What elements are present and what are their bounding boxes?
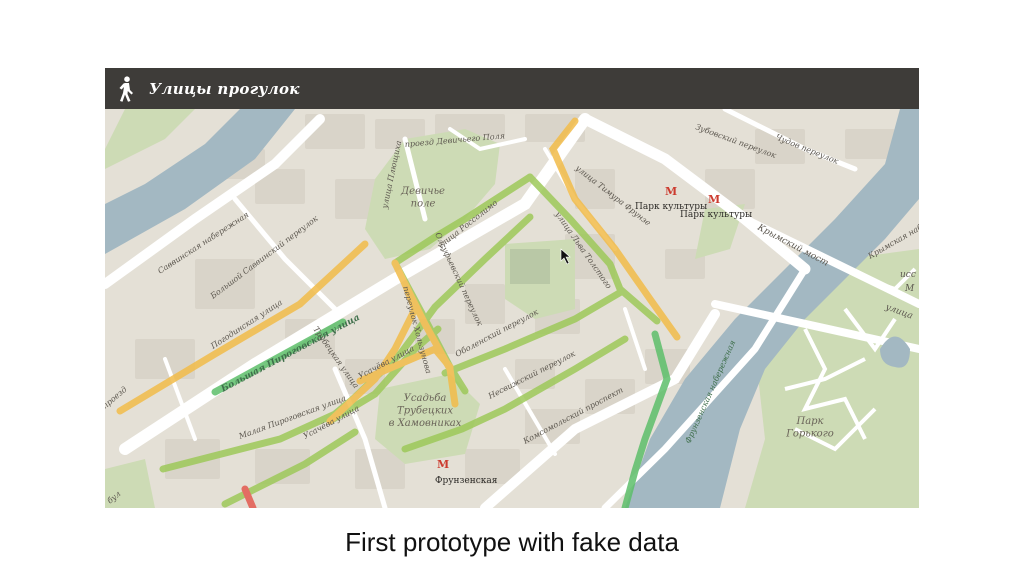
street-label: исс bbox=[900, 270, 916, 280]
area-label-line: поле bbox=[411, 199, 436, 210]
city-map[interactable]: Саввинская набережная Большой Саввинский… bbox=[105, 109, 919, 508]
metro-icon: M bbox=[665, 185, 677, 198]
street-label: М bbox=[904, 284, 915, 294]
app-title: Улицы прогулок bbox=[149, 79, 300, 98]
area-label-line: Парк bbox=[795, 416, 823, 427]
slide-caption: First prototype with fake data bbox=[345, 527, 679, 557]
pedestrian-icon bbox=[119, 75, 133, 102]
area-label-line: Горького bbox=[785, 429, 834, 440]
map-window: Улицы прогулок Саввинская набережная Бол… bbox=[105, 68, 919, 508]
metro-label-park2: Парк культуры bbox=[680, 210, 752, 220]
estate-building bbox=[510, 249, 550, 284]
area-label-line: в Хамовниках bbox=[389, 418, 462, 429]
area-label-line: Трубецких bbox=[397, 406, 453, 417]
app-header: Улицы прогулок bbox=[105, 68, 919, 109]
metro-label-frunze: Фрунзенская bbox=[435, 476, 498, 486]
metro-icon: M bbox=[437, 458, 449, 471]
area-label-line: Усадьба bbox=[404, 393, 447, 404]
metro-icon: M bbox=[708, 193, 720, 206]
area-label-line: Девичье bbox=[400, 186, 445, 197]
